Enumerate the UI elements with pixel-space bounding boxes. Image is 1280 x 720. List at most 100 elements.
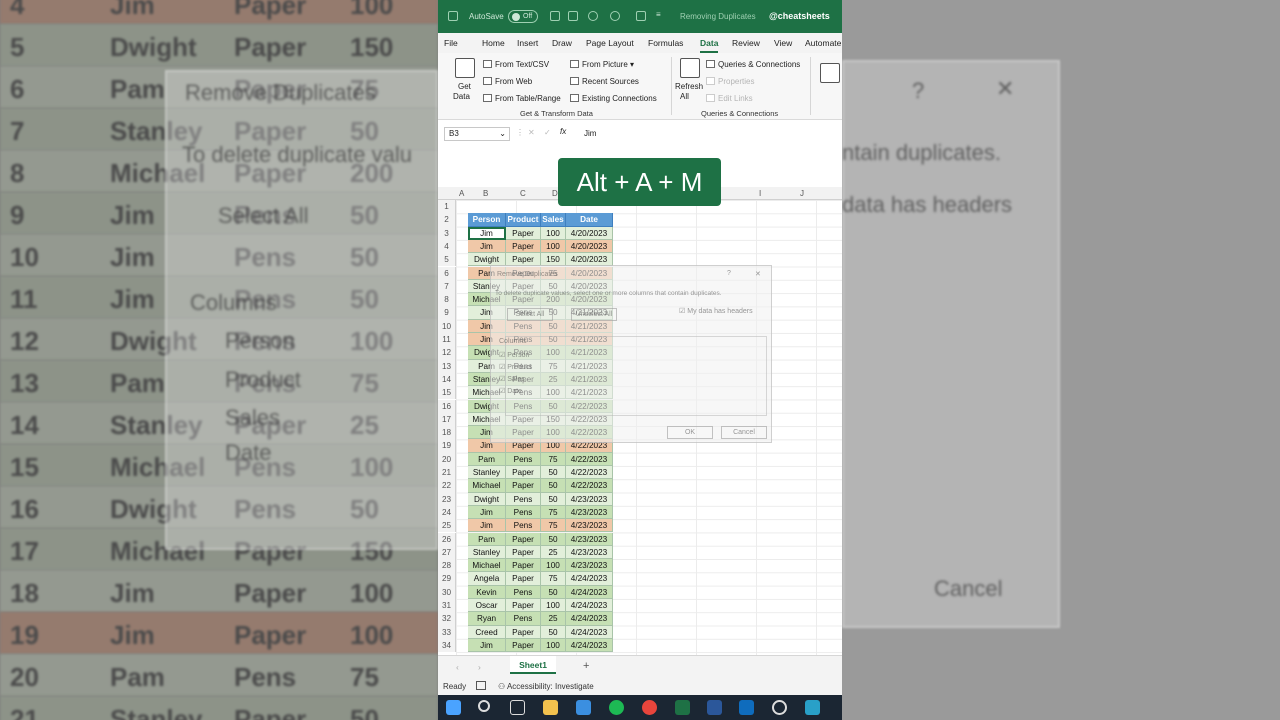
- table-cell[interactable]: 100: [541, 559, 566, 573]
- column-header[interactable]: A: [459, 189, 464, 198]
- row-number[interactable]: 7: [438, 279, 456, 294]
- row-number[interactable]: 17: [438, 412, 456, 427]
- row-number[interactable]: 28: [438, 559, 456, 573]
- cancel-button[interactable]: Cancel: [721, 426, 767, 439]
- spotify-icon[interactable]: [609, 700, 624, 715]
- table-cell[interactable]: 50: [541, 466, 566, 480]
- recent-sources-button[interactable]: Recent Sources: [570, 77, 639, 86]
- row-number[interactable]: 33: [438, 625, 456, 639]
- row-number[interactable]: 19: [438, 439, 456, 453]
- column-checkbox[interactable]: ☑ Product: [499, 363, 531, 371]
- row-number[interactable]: 12: [438, 346, 456, 360]
- row-number[interactable]: 27: [438, 545, 456, 560]
- row-number[interactable]: 10: [438, 319, 456, 333]
- table-cell[interactable]: 50: [541, 532, 566, 546]
- table-cell[interactable]: Pens: [506, 452, 541, 466]
- header-cell[interactable]: Product: [506, 213, 541, 227]
- table-cell[interactable]: Michael: [468, 479, 506, 493]
- table-cell[interactable]: 4/24/2023: [566, 599, 613, 613]
- row-number[interactable]: 3: [438, 226, 456, 240]
- row-number[interactable]: 23: [438, 492, 456, 506]
- table-cell[interactable]: 4/22/2023: [566, 452, 613, 466]
- row-number[interactable]: 32: [438, 612, 456, 626]
- table-cell[interactable]: 4/23/2023: [566, 492, 613, 506]
- scroll-right-icon[interactable]: ›: [478, 662, 481, 672]
- table-cell[interactable]: 4/24/2023: [566, 612, 613, 626]
- from-picture-button[interactable]: From Picture ▾: [570, 60, 634, 69]
- table-cell[interactable]: 50: [541, 585, 566, 599]
- row-number[interactable]: 11: [438, 333, 456, 347]
- table-cell[interactable]: 75: [541, 572, 566, 586]
- tab-view[interactable]: View: [774, 38, 792, 48]
- row-number[interactable]: 29: [438, 572, 456, 586]
- chrome-icon[interactable]: [642, 700, 657, 715]
- table-cell[interactable]: Pam: [468, 532, 506, 546]
- column-header[interactable]: C: [520, 189, 526, 198]
- row-number[interactable]: 26: [438, 532, 456, 546]
- accessibility-status[interactable]: ⚇ Accessibility: Investigate: [498, 682, 594, 691]
- column-header[interactable]: I: [759, 189, 761, 198]
- word-icon[interactable]: [707, 700, 722, 715]
- from-text-csv-button[interactable]: From Text/CSV: [483, 60, 549, 69]
- sheet-tab[interactable]: Sheet1: [510, 656, 556, 674]
- table-cell[interactable]: 4/23/2023: [566, 505, 613, 520]
- windows-start-icon[interactable]: [446, 700, 461, 715]
- get-data-button-line2[interactable]: Data: [453, 92, 470, 101]
- table-cell[interactable]: 4/24/2023: [566, 585, 613, 599]
- table-cell[interactable]: Paper: [506, 638, 541, 653]
- outlook-icon[interactable]: [739, 700, 754, 715]
- table-cell[interactable]: Jim: [468, 638, 506, 653]
- column-header[interactable]: B: [483, 189, 488, 198]
- column-checkbox[interactable]: ☑ Person: [499, 351, 529, 359]
- table-cell[interactable]: 4/23/2023: [566, 545, 613, 560]
- table-cell[interactable]: 4/24/2023: [566, 572, 613, 586]
- row-number[interactable]: 31: [438, 599, 456, 613]
- table-cell[interactable]: Paper: [506, 479, 541, 493]
- app-icon[interactable]: [805, 700, 820, 715]
- fx-icon[interactable]: fx: [560, 127, 566, 136]
- tab-review[interactable]: Review: [732, 38, 760, 48]
- column-checkbox[interactable]: ☑ Date: [499, 387, 522, 395]
- column-header[interactable]: J: [800, 189, 804, 198]
- tab-formulas[interactable]: Formulas: [648, 38, 683, 48]
- tab-home[interactable]: Home: [482, 38, 505, 48]
- row-number[interactable]: 22: [438, 479, 456, 493]
- table-cell[interactable]: Stanley: [468, 545, 506, 560]
- file-explorer-icon[interactable]: [543, 700, 558, 715]
- table-cell[interactable]: Paper: [506, 466, 541, 480]
- save-icon[interactable]: [550, 11, 560, 21]
- table-cell[interactable]: 50: [541, 625, 566, 639]
- row-number[interactable]: 34: [438, 638, 456, 653]
- enter-icon[interactable]: ✓: [544, 128, 551, 137]
- table-cell[interactable]: 100: [541, 226, 566, 240]
- search-icon[interactable]: [478, 700, 490, 712]
- table-cell[interactable]: 4/23/2023: [566, 559, 613, 573]
- mail-icon[interactable]: [576, 700, 591, 715]
- table-cell[interactable]: Michael: [468, 559, 506, 573]
- table-cell[interactable]: Jim: [468, 519, 506, 533]
- from-table-range-button[interactable]: From Table/Range: [483, 94, 561, 103]
- table-cell[interactable]: 4/23/2023: [566, 519, 613, 533]
- table-cell[interactable]: Kevin: [468, 585, 506, 599]
- tab-insert[interactable]: Insert: [517, 38, 538, 48]
- row-number[interactable]: 6: [438, 266, 456, 280]
- table-cell[interactable]: Stanley: [468, 466, 506, 480]
- table-cell[interactable]: 4/20/2023: [566, 239, 613, 254]
- table-cell[interactable]: Pam: [468, 452, 506, 466]
- name-box[interactable]: B3 ⌄: [444, 127, 510, 141]
- table-cell[interactable]: 4/22/2023: [566, 479, 613, 493]
- header-cell[interactable]: Sales: [541, 213, 566, 227]
- table-cell[interactable]: 4/24/2023: [566, 625, 613, 639]
- row-number[interactable]: 9: [438, 306, 456, 320]
- tab-data[interactable]: Data: [700, 38, 719, 53]
- table-cell[interactable]: Paper: [506, 545, 541, 560]
- table-cell[interactable]: 50: [541, 492, 566, 506]
- row-number[interactable]: 13: [438, 359, 456, 373]
- table-cell[interactable]: Paper: [506, 559, 541, 573]
- row-number[interactable]: 18: [438, 426, 456, 440]
- row-number[interactable]: 20: [438, 452, 456, 466]
- tab-draw[interactable]: Draw: [552, 38, 572, 48]
- excel-taskbar-icon[interactable]: [675, 700, 690, 715]
- properties-button[interactable]: Properties: [706, 77, 754, 86]
- from-web-button[interactable]: From Web: [483, 77, 532, 86]
